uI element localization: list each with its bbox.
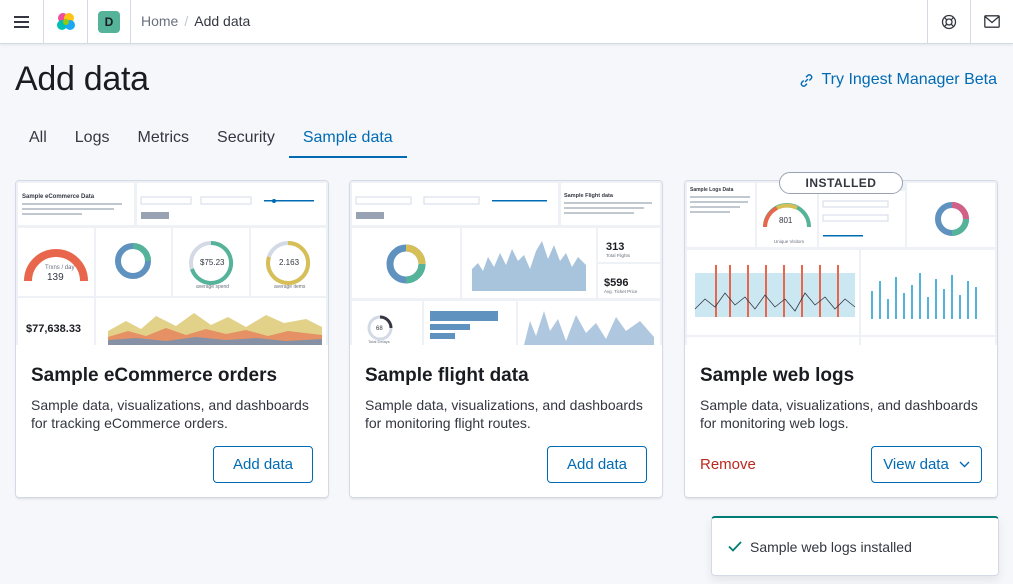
add-data-button-ecommerce[interactable]: Add data [213, 446, 313, 483]
tab-logs[interactable]: Logs [61, 122, 124, 158]
svg-text:Total Flights: Total Flights [606, 253, 631, 258]
weblogs-preview-header: Sample Logs Data [690, 187, 734, 193]
sample-card-flights: Sample Flight data 313 Total Flights $59… [349, 180, 663, 498]
success-toast: Sample web logs installed [711, 516, 999, 576]
link-icon [800, 73, 812, 87]
card-title-flights: Sample flight data [365, 365, 529, 386]
top-header: D Home / Add data [0, 0, 1013, 44]
svg-text:801: 801 [779, 216, 793, 225]
breadcrumb-separator: / [184, 13, 189, 29]
chevron-down-icon [959, 461, 970, 468]
svg-text:$77,638.33: $77,638.33 [26, 323, 81, 335]
svg-text:Unique Visitors: Unique Visitors [774, 239, 805, 244]
tab-bar: All Logs Metrics Security Sample data [15, 122, 407, 158]
flights-preview-header: Sample Flight data [564, 193, 614, 199]
card-description-flights: Sample data, visualizations, and dashboa… [365, 397, 643, 431]
breadcrumb-home[interactable]: Home [141, 13, 178, 29]
tab-metrics[interactable]: Metrics [123, 122, 203, 158]
ecommerce-preview-header: Sample eCommerce Data [22, 194, 95, 200]
view-data-button-weblogs[interactable]: View data [871, 446, 982, 483]
ecommerce-dashboard-preview: Sample eCommerce Data Trxns / day 139 $7… [16, 181, 328, 345]
space-avatar: D [98, 10, 120, 33]
tab-sample-data[interactable]: Sample data [288, 122, 407, 158]
card-title-weblogs: Sample web logs [700, 365, 855, 386]
sample-card-weblogs: Sample Logs Data 801 Unique Visitors INS… [684, 172, 998, 498]
installed-badge: INSTALLED [779, 172, 903, 194]
add-data-button-flights[interactable]: Add data [547, 446, 647, 483]
remove-button-weblogs[interactable]: Remove [700, 456, 756, 473]
mail-icon [984, 15, 1000, 28]
sample-card-ecommerce: Sample eCommerce Data Trxns / day 139 $7… [15, 180, 329, 498]
tab-security[interactable]: Security [203, 122, 289, 158]
breadcrumb: Home / Add data [141, 13, 250, 29]
elastic-logo[interactable] [44, 0, 87, 43]
tab-all[interactable]: All [15, 122, 61, 158]
space-selector[interactable]: D [88, 0, 130, 43]
page-title: Add data [15, 60, 149, 98]
ingest-manager-link[interactable]: Try Ingest Manager Beta [799, 71, 998, 89]
svg-text:Trxns / day: Trxns / day [45, 265, 74, 271]
svg-text:139: 139 [47, 272, 64, 283]
svg-text:313: 313 [606, 241, 624, 253]
svg-text:average items: average items [274, 284, 306, 290]
card-title-ecommerce: Sample eCommerce orders [31, 365, 278, 386]
newsfeed-button[interactable] [971, 0, 1013, 43]
card-description-weblogs: Sample data, visualizations, and dashboa… [700, 397, 978, 431]
help-button[interactable] [928, 0, 970, 43]
toast-message: Sample web logs installed [750, 538, 912, 555]
svg-text:Avg. Ticket Price: Avg. Ticket Price [604, 289, 638, 294]
menu-icon [14, 13, 29, 31]
check-icon [728, 541, 742, 552]
weblogs-dashboard-preview: Sample Logs Data 801 Unique Visitors [685, 181, 997, 345]
elastic-logo-icon [56, 12, 75, 30]
svg-text:2.163: 2.163 [279, 258, 300, 267]
svg-text:Total Delays: Total Delays [368, 339, 390, 344]
help-icon [941, 14, 957, 29]
flights-dashboard-preview: Sample Flight data 313 Total Flights $59… [350, 181, 662, 345]
card-description-ecommerce: Sample data, visualizations, and dashboa… [31, 397, 309, 431]
svg-text:68: 68 [376, 326, 383, 332]
breadcrumb-current: Add data [194, 13, 251, 29]
view-data-label: View data [883, 456, 949, 473]
ingest-manager-label: Try Ingest Manager Beta [821, 71, 998, 88]
svg-text:$75.23: $75.23 [200, 258, 225, 267]
menu-button[interactable] [0, 0, 43, 43]
svg-text:average spend: average spend [196, 284, 229, 290]
svg-text:$596: $596 [604, 277, 628, 289]
